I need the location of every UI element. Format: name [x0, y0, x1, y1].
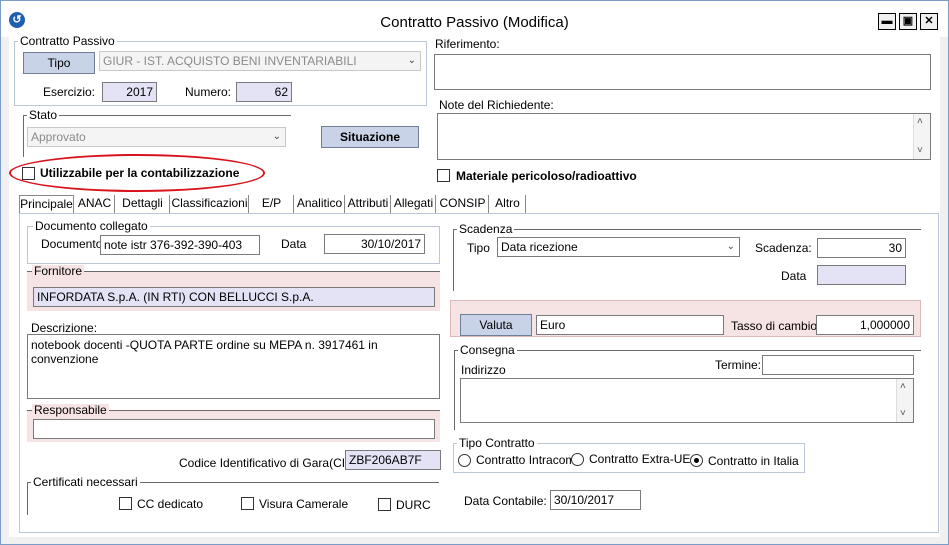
tasso-cambio-label: Tasso di cambio:: [731, 319, 821, 333]
scroll-up-icon[interactable]: ˄: [917, 115, 923, 129]
numero-field[interactable]: 62: [236, 82, 292, 102]
fornitore-field[interactable]: INFORDATA S.p.A. (IN RTI) CON BELLUCCI S…: [33, 287, 435, 307]
scadenza-tipo-dropdown[interactable]: Data ricezione ⌄: [497, 237, 740, 257]
consegna-group-label: Consegna: [458, 343, 517, 357]
tipo-contratto-label: Tipo Contratto: [457, 436, 537, 450]
cig-field[interactable]: ZBF206AB7F: [345, 450, 441, 470]
responsabile-field[interactable]: [33, 419, 435, 439]
indirizzo-field[interactable]: ˄ ˅: [460, 378, 914, 423]
annotation-ellipse: [9, 154, 265, 192]
extra-ue-label: Contratto Extra-UE: [589, 452, 691, 466]
tab-attributi[interactable]: Attributi: [346, 195, 391, 213]
esercizio-field[interactable]: 2017: [102, 82, 157, 102]
tab-principale[interactable]: Principale: [19, 195, 74, 214]
esercizio-label: Esercizio:: [43, 85, 96, 99]
title-bar[interactable]: ↺ Contratto Passivo (Modifica) ▬ ▣ ✕: [1, 1, 948, 37]
scadenza-field[interactable]: 30: [817, 238, 906, 258]
documento-data-field[interactable]: 30/10/2017: [324, 234, 425, 254]
form-client-area: Contratto Passivo Tipo GIUR - IST. ACQUI…: [9, 34, 940, 537]
tab-classificazioni[interactable]: Classificazioni: [171, 195, 249, 213]
durc-label: DURC: [396, 498, 431, 512]
tab-analitico[interactable]: Analitico: [295, 195, 345, 213]
materiale-checkbox[interactable]: [437, 169, 450, 182]
intracom-radio[interactable]: [458, 454, 471, 467]
tab-anac[interactable]: ANAC: [75, 195, 115, 213]
data-contabile-field[interactable]: 30/10/2017: [550, 490, 641, 510]
contratto-passivo-group-label: Contratto Passivo: [18, 34, 117, 48]
valuta-field[interactable]: Euro: [536, 315, 724, 335]
descrizione-field[interactable]: notebook docenti -QUOTA PARTE ordine su …: [27, 334, 440, 399]
fornitore-label: Fornitore: [32, 264, 85, 278]
indirizzo-scrollbar[interactable]: ˄ ˅: [896, 379, 913, 422]
visura-camerale-checkbox[interactable]: [241, 497, 254, 510]
situazione-button[interactable]: Situazione: [321, 126, 419, 148]
cc-dedicato-checkbox[interactable]: [119, 497, 132, 510]
tab-dettagli[interactable]: Dettagli: [116, 195, 170, 213]
tasso-cambio-field[interactable]: 1,000000: [816, 315, 914, 335]
certificati-label: Certificati necessari: [31, 475, 140, 489]
extra-ue-radio[interactable]: [571, 453, 584, 466]
durc-checkbox[interactable]: [378, 498, 391, 511]
close-button[interactable]: ✕: [920, 13, 938, 30]
chevron-down-icon: ⌄: [272, 131, 281, 142]
scadenza-group-label: Scadenza: [457, 222, 515, 236]
tipo-dropdown-value: GIUR - IST. ACQUISTO BENI INVENTARIABILI: [103, 54, 357, 68]
intracom-label: Contratto Intracom.: [476, 453, 579, 467]
stato-dropdown[interactable]: Approvato ⌄: [27, 127, 286, 147]
termine-field[interactable]: [762, 355, 914, 375]
cc-dedicato-label: CC dedicato: [137, 497, 204, 511]
note-scrollbar[interactable]: ˄ ˅: [913, 114, 930, 159]
stato-value: Approvato: [31, 130, 86, 144]
valuta-button[interactable]: Valuta: [460, 314, 532, 336]
scadenza-tipo-value: Data ricezione: [501, 240, 578, 254]
numero-label: Numero:: [185, 85, 232, 99]
scadenza-data-field[interactable]: [817, 265, 906, 285]
tipo-button[interactable]: Tipo: [23, 52, 95, 74]
tipo-dropdown[interactable]: GIUR - IST. ACQUISTO BENI INVENTARIABILI…: [99, 51, 421, 71]
chevron-down-icon: ⌄: [407, 55, 416, 66]
tab-altro[interactable]: Altro: [490, 195, 526, 213]
indirizzo-label: Indirizzo: [461, 363, 506, 377]
stato-group-label: Stato: [27, 108, 60, 122]
riferimento-field[interactable]: [434, 54, 931, 90]
visura-camerale-label: Visura Camerale: [259, 497, 349, 511]
scadenza-tipo-label: Tipo: [467, 241, 490, 255]
scroll-down-icon[interactable]: ˅: [917, 144, 923, 158]
responsabile-label: Responsabile: [32, 403, 109, 417]
documento-field[interactable]: note istr 376-392-390-403: [100, 235, 260, 255]
data-contabile-label: Data Contabile:: [464, 494, 547, 508]
tab-consip[interactable]: CONSIP: [437, 195, 489, 213]
italia-label: Contratto in Italia: [708, 454, 799, 468]
cig-label: Codice Identificativo di Gara(CIG): [179, 456, 359, 470]
scadenza-data-label: Data: [781, 269, 807, 283]
descrizione-label: Descrizione:: [31, 321, 98, 335]
contratto-passivo-window: ↺ Contratto Passivo (Modifica) ▬ ▣ ✕ Con…: [0, 0, 949, 545]
riferimento-label: Riferimento:: [435, 37, 500, 51]
termine-label: Termine:: [715, 358, 762, 372]
tab-ep[interactable]: E/P: [250, 195, 294, 213]
chevron-down-icon: ⌄: [726, 241, 735, 252]
minimize-button[interactable]: ▬: [878, 13, 896, 30]
maximize-button[interactable]: ▣: [899, 13, 917, 30]
note-richiedente-field[interactable]: ˄ ˅: [437, 113, 931, 160]
documento-data-label: Data: [281, 237, 307, 251]
tab-allegati[interactable]: Allegati: [392, 195, 436, 213]
scroll-down-icon[interactable]: ˅: [900, 407, 906, 421]
materiale-label: Materiale pericoloso/radioattivo: [456, 169, 637, 183]
scadenza-label: Scadenza:: [755, 241, 812, 255]
note-richiedente-label: Note del Richiedente:: [439, 98, 554, 112]
window-title: Contratto Passivo (Modifica): [380, 14, 569, 31]
scroll-up-icon[interactable]: ˄: [900, 380, 906, 394]
documento-label: Documento: [41, 237, 103, 251]
italia-radio[interactable]: [690, 454, 703, 467]
documento-collegato-label: Documento collegato: [33, 219, 150, 233]
